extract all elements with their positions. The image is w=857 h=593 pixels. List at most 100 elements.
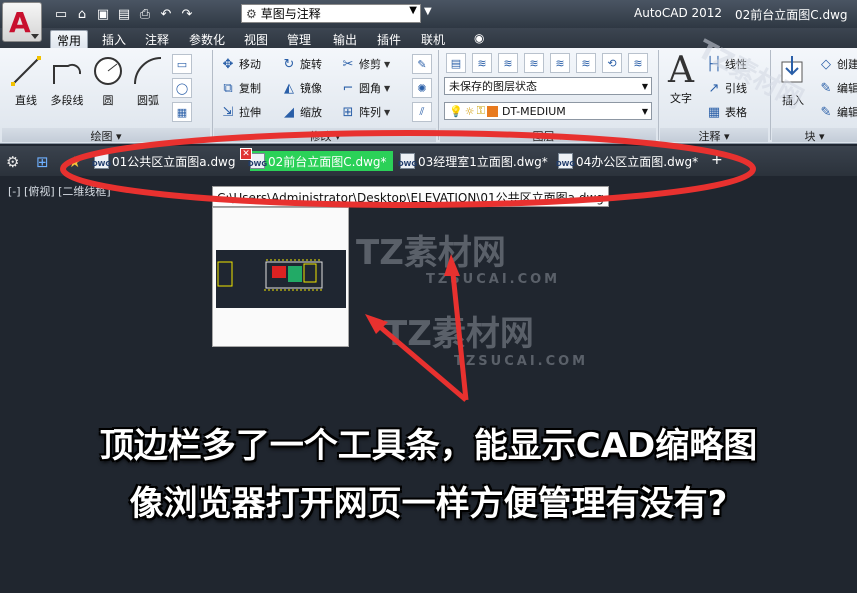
unlock-icon[interactable]: ⚿: [477, 104, 485, 118]
undo-icon[interactable]: ↶: [157, 5, 175, 23]
file-tab-03[interactable]: DWG 03经理室1立面图.dwg*: [398, 151, 548, 171]
layer-state-select[interactable]: 未保存的图层状态 ▼: [444, 77, 652, 95]
watermark-brand: TZ素材网: [356, 233, 506, 273]
new-file-icon[interactable]: ▭: [52, 5, 70, 23]
file-tab-bar: ⚙ ⊞ ★ DWG 01公共区立面图a.dwg ✕ DWG 02前台立面图C.d…: [0, 146, 857, 176]
tab-manage[interactable]: 管理: [281, 30, 317, 48]
move-icon: ✥: [222, 56, 234, 72]
layer-isolate-icon[interactable]: ⟲: [602, 53, 622, 73]
drawing-thumbnail[interactable]: [212, 207, 349, 347]
file-path-tooltip: C:\Users\Administrator\Desktop\ELEVATION…: [212, 186, 609, 207]
layer-walk-icon[interactable]: ≋: [628, 53, 648, 73]
tab-home[interactable]: 常用: [50, 30, 89, 48]
layers-panel-label[interactable]: 图层 ▾: [440, 128, 656, 143]
redo-icon[interactable]: ↷: [178, 5, 196, 23]
sun-icon[interactable]: ☼: [465, 105, 475, 118]
polyline-icon: [53, 63, 82, 84]
lightbulb-icon[interactable]: 💡: [449, 105, 463, 118]
edit-block-tool[interactable]: ✎ 编辑: [818, 78, 857, 98]
title-bar: ▭ ⌂ ▣ ▤ ⎙ ↶ ↷ ⚙ 草图与注释 ▼ ▼ AutoCAD 2012 0…: [0, 0, 857, 28]
current-layer-select[interactable]: 💡 ☼ ⚿ DT-MEDIUM ▼: [444, 102, 652, 120]
rotate-tool[interactable]: ↻ 旋转: [281, 54, 322, 74]
annotation-panel-label[interactable]: 注释 ▾: [660, 128, 768, 143]
file-tab-label: 02前台立面图C.dwg*: [268, 154, 387, 169]
trim-tool[interactable]: ✂ 修剪 ▼: [340, 54, 391, 74]
file-tab-02[interactable]: ✕ DWG 02前台立面图C.dwg*: [240, 148, 393, 171]
block-panel-label[interactable]: 块 ▾: [772, 128, 857, 143]
offset-icon[interactable]: ⫽: [412, 102, 432, 122]
scale-tool[interactable]: ◢ 缩放: [281, 102, 322, 122]
new-tab-button[interactable]: +: [711, 152, 723, 168]
grid-icon[interactable]: ⊞: [36, 153, 49, 171]
tab-view[interactable]: 视图: [238, 30, 274, 48]
erase-icon[interactable]: ✎: [412, 54, 432, 74]
explode-icon[interactable]: ✺: [412, 78, 432, 98]
save-icon[interactable]: ▣: [94, 5, 112, 23]
table-tool[interactable]: ▦ 表格: [706, 102, 747, 122]
chevron-down-icon: ▼: [409, 5, 417, 16]
star-icon[interactable]: ★: [68, 153, 81, 171]
file-tab-label: 03经理室1立面图.dwg*: [418, 154, 548, 169]
workspace-select[interactable]: ⚙ 草图与注释 ▼: [241, 4, 421, 23]
layer-off-icon[interactable]: ≋: [524, 53, 544, 73]
file-tab-04[interactable]: DWG 04办公区立面图.dwg*: [556, 151, 699, 171]
fillet-tool[interactable]: ⌐ 圆角 ▼: [340, 78, 391, 98]
hatch-icon[interactable]: ▦: [172, 102, 192, 122]
line-icon: [11, 56, 41, 86]
layer-color-swatch: [486, 105, 498, 117]
open-file-icon[interactable]: ⌂: [73, 5, 91, 23]
save-as-icon[interactable]: ▤: [115, 5, 133, 23]
circle-tool[interactable]: 圆: [90, 54, 126, 108]
tab-annotate[interactable]: 注释: [139, 30, 175, 48]
workspace-label: 草图与注释: [260, 7, 321, 21]
panel-separator: [438, 50, 439, 140]
edit-attribute-icon: ✎: [820, 104, 832, 120]
array-icon: ⊞: [342, 104, 354, 120]
array-tool[interactable]: ⊞ 阵列 ▼: [340, 102, 391, 122]
tab-online[interactable]: 联机: [415, 30, 451, 48]
application-menu-button[interactable]: A: [2, 2, 42, 42]
line-tool[interactable]: 直线: [8, 54, 44, 108]
layer-icon[interactable]: ≋: [472, 53, 492, 73]
dwg-file-icon: DWG: [248, 153, 267, 169]
chevron-down-icon: ▼: [641, 106, 648, 116]
copy-tool[interactable]: ⧉ 复制: [220, 78, 261, 98]
tab-parametric[interactable]: 参数化: [183, 30, 231, 48]
edit-attribute-tool[interactable]: ✎ 编辑: [818, 102, 857, 122]
rectangle-icon[interactable]: ▭: [172, 54, 192, 74]
copy-icon: ⧉: [223, 80, 233, 96]
mirror-tool[interactable]: ◭ 镜像: [281, 78, 322, 98]
leader-icon: ↗: [708, 80, 720, 96]
tab-extra-icon[interactable]: ◉: [468, 30, 490, 48]
layer-properties-icon[interactable]: ▤: [446, 53, 466, 73]
layer-lock-icon[interactable]: ≋: [576, 53, 596, 73]
layer-match-icon[interactable]: ≋: [498, 53, 518, 73]
file-tab-label: 04办公区立面图.dwg*: [576, 154, 699, 169]
stretch-tool[interactable]: ⇲ 拉伸: [220, 102, 261, 122]
layer-freeze-icon[interactable]: ≋: [550, 53, 570, 73]
ellipse-icon[interactable]: ◯: [172, 78, 192, 98]
polyline-tool[interactable]: 多段线: [46, 54, 88, 108]
print-icon[interactable]: ⎙: [136, 5, 154, 23]
tab-plugins[interactable]: 插件: [371, 30, 407, 48]
watermark-domain: TZSUCAI.COM: [454, 354, 589, 369]
document-title: 02前台立面图C.dwg: [735, 8, 848, 22]
modify-panel-label[interactable]: 修改 ▾: [214, 128, 436, 143]
move-tool[interactable]: ✥ 移动: [220, 54, 261, 74]
draw-panel-label[interactable]: 绘图 ▾: [2, 128, 210, 143]
qat-dropdown-icon[interactable]: ▼: [424, 6, 432, 17]
tab-output[interactable]: 输出: [327, 30, 363, 48]
caption-line-1: 顶边栏多了一个工具条，能显示CAD缩略图: [99, 426, 758, 466]
file-tab-01[interactable]: DWG 01公共区立面图a.dwg: [92, 151, 236, 171]
gear-icon[interactable]: ⚙: [6, 153, 19, 171]
close-icon[interactable]: ✕: [240, 148, 252, 160]
arc-tool[interactable]: 圆弧: [130, 54, 166, 108]
text-label: 文字: [670, 92, 692, 105]
gear-icon: ⚙: [246, 6, 257, 21]
create-block-tool[interactable]: ◇ 创建: [818, 54, 857, 74]
tab-insert[interactable]: 插入: [96, 30, 132, 48]
stretch-icon: ⇲: [222, 104, 234, 120]
caption-line-2: 像浏览器打开网页一样方便管理有没有?: [129, 484, 728, 524]
viewport-controls[interactable]: [-] [俯视] [二维线框]: [8, 183, 111, 199]
table-icon: ▦: [707, 104, 721, 120]
